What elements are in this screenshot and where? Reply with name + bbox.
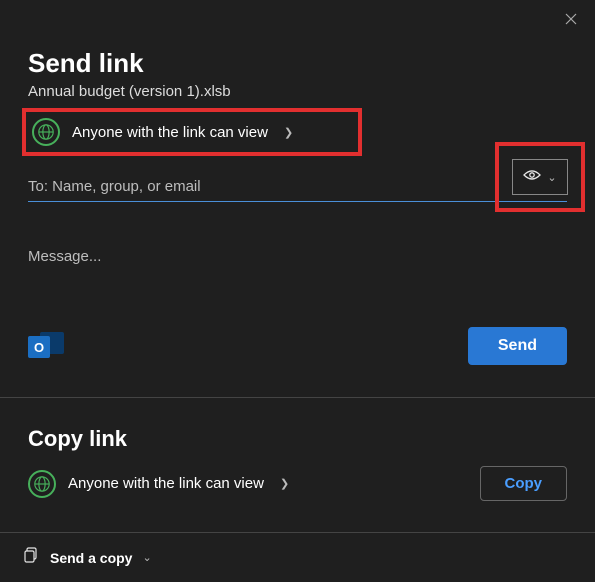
permission-selector[interactable]: Anyone with the link can view ❯: [32, 118, 293, 146]
globe-icon: [32, 118, 60, 146]
chevron-right-icon: ❯: [284, 126, 293, 139]
outlook-icon[interactable]: O: [28, 328, 64, 364]
message-input[interactable]: [28, 242, 567, 271]
chevron-down-icon: ⌄: [547, 171, 556, 184]
send-a-copy-label: Send a copy: [50, 550, 132, 566]
chevron-right-icon: ❯: [280, 477, 289, 490]
copy-link-title: Copy link: [28, 426, 567, 452]
highlight-permission-box: Anyone with the link can view ❯: [22, 108, 362, 156]
dialog-title: Send link: [28, 48, 567, 79]
copy-permission-selector[interactable]: Anyone with the link can view ❯: [28, 470, 289, 498]
close-icon: [565, 12, 577, 28]
copy-button[interactable]: Copy: [480, 466, 568, 501]
close-button[interactable]: [559, 8, 583, 32]
copy-permission-text: Anyone with the link can view: [68, 475, 264, 492]
globe-icon: [28, 470, 56, 498]
chevron-down-icon: ⌄: [142, 551, 151, 564]
copy-pages-icon: [24, 547, 40, 568]
eye-icon: [523, 168, 541, 186]
recipient-input[interactable]: [28, 172, 567, 202]
highlight-view-options-box: ⌄: [495, 142, 585, 212]
send-a-copy-button[interactable]: Send a copy ⌄: [0, 532, 595, 582]
filename-label: Annual budget (version 1).xlsb: [28, 83, 567, 100]
view-permission-dropdown[interactable]: ⌄: [512, 159, 568, 195]
permission-text: Anyone with the link can view: [72, 124, 268, 141]
send-button[interactable]: Send: [468, 327, 567, 365]
